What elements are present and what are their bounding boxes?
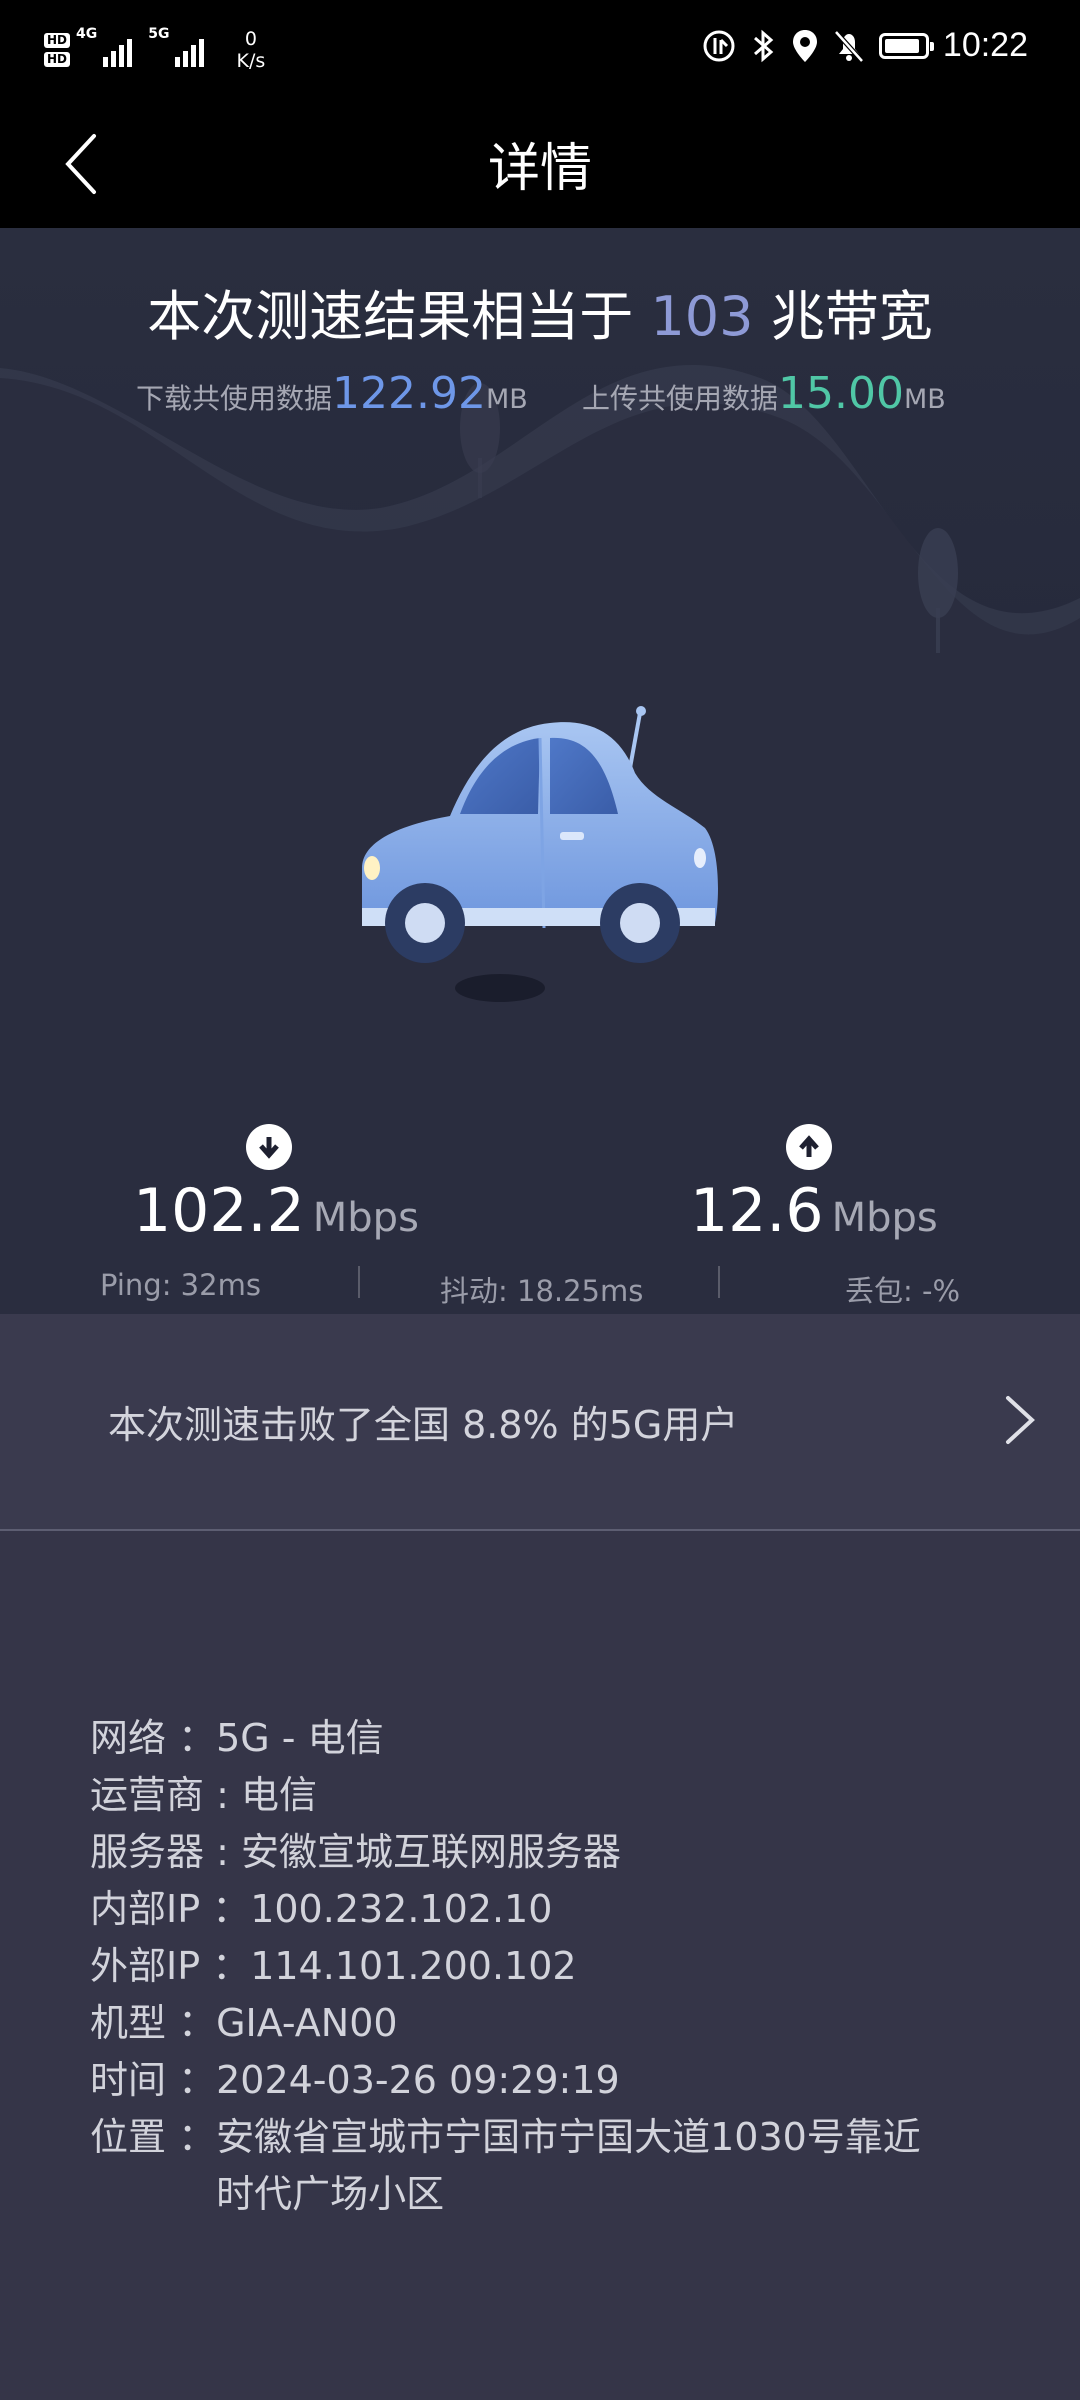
info-external-ip: 外部IP ： 114.101.200.102 [90, 1938, 1010, 1995]
hd-badge-1: HD [44, 33, 71, 48]
speed-result-panel: 本次测速结果相当于 103 兆带宽 下载共使用数据122.92MB 上传共使用数… [0, 228, 1080, 1314]
section-divider [0, 1529, 1080, 1531]
info-external-ip-value: 114.101.200.102 [250, 1944, 577, 1988]
info-carrier-key: 运营商 : [90, 1773, 241, 1817]
info-location-key: 位置 ： [90, 2115, 217, 2159]
bandwidth-summary: 本次测速结果相当于 103 兆带宽 [0, 272, 1080, 351]
info-network-value: 5G - 电信 [216, 1716, 384, 1760]
upload-speed-unit: Mbps [831, 1195, 938, 1241]
status-left: HD HD 4G 5G 0 K/s [44, 22, 265, 78]
info-location: 位置 ：安徽省宣城市宁国市宁国大道1030号靠近时代广场小区 [90, 2109, 1010, 2223]
download-speed: 102.2 Mbps [133, 1176, 419, 1246]
battery-icon [878, 32, 934, 59]
download-speed-value: 102.2 [133, 1176, 305, 1246]
info-server: 服务器 : 安徽宣城互联网服务器 [90, 1824, 1010, 1881]
upload-usage-unit: MB [903, 384, 946, 415]
packet-loss-metric: 丢包: -% [845, 1274, 961, 1308]
network-speed-value: 0 [244, 28, 257, 50]
signal-icon-2 [175, 33, 205, 67]
location-icon [792, 29, 817, 62]
download-icon [246, 1124, 292, 1170]
page-title: 详情 [487, 139, 592, 199]
signal-icon-1 [103, 33, 133, 67]
bluetooth-icon [753, 29, 774, 62]
info-model: 机型 ： GIA-AN00 [90, 1995, 1010, 2052]
status-time: 10:22 [942, 26, 1028, 64]
ping-metric: Ping: 32ms [100, 1268, 261, 1302]
info-time-key: 时间 ： [90, 2058, 217, 2102]
mute-bell-icon [834, 29, 864, 63]
metric-divider [718, 1266, 720, 1298]
upload-usage-value: 15.00 [778, 368, 904, 419]
test-info-list: 网络 ： 5G - 电信 运营商 : 电信 服务器 : 安徽宣城互联网服务器 内部… [90, 1710, 1010, 2223]
info-server-key: 服务器 : [90, 1830, 241, 1874]
hd-badges: HD HD [44, 33, 71, 67]
info-model-key: 机型 ： [90, 2001, 217, 2045]
metric-divider [358, 1266, 360, 1298]
status-right: 10:22 [701, 26, 1028, 65]
network-speed-unit: K/s [236, 50, 266, 72]
bandwidth-prefix: 本次测速结果相当于 [147, 285, 651, 348]
info-internal-ip-value: 100.232.102.10 [250, 1887, 553, 1931]
ranking-banner[interactable]: 本次测速击败了全国 8.8% 的5G用户 [0, 1314, 1080, 1529]
bandwidth-suffix: 兆带宽 [753, 285, 933, 348]
jitter-metric: 抖动: 18.25ms [440, 1274, 644, 1308]
info-internal-ip: 内部IP ： 100.232.102.10 [90, 1881, 1010, 1938]
info-model-value: GIA-AN00 [216, 2001, 398, 2045]
info-network-key: 网络 ： [90, 1716, 217, 1760]
status-bar: HD HD 4G 5G 0 K/s 10:22 [0, 0, 1080, 100]
info-server-value: 安徽宣城互联网服务器 [240, 1830, 621, 1874]
upload-speed-value: 12.6 [690, 1176, 824, 1246]
chevron-right-icon [1006, 1396, 1035, 1444]
car-illustration [362, 706, 718, 963]
upload-usage: 上传共使用数据15.00MB [582, 368, 946, 419]
battery-level [884, 38, 920, 53]
download-usage-label: 下载共使用数据 [136, 382, 333, 415]
upload-usage-label: 上传共使用数据 [582, 382, 779, 415]
download-usage-unit: MB [485, 384, 528, 415]
download-usage: 下载共使用数据122.92MB [136, 368, 528, 419]
download-speed-unit: Mbps [312, 1195, 419, 1241]
data-saver-icon [703, 30, 735, 61]
info-carrier: 运营商 : 电信 [90, 1767, 1010, 1824]
info-internal-ip-key: 内部IP ： [90, 1887, 251, 1931]
network-type-4g: 4G [76, 26, 98, 42]
info-network: 网络 ： 5G - 电信 [90, 1710, 1010, 1767]
upload-speed: 12.6 Mbps [690, 1176, 938, 1246]
hd-badge-2: HD [44, 52, 71, 67]
info-carrier-value: 电信 [240, 1773, 317, 1817]
bandwidth-value: 103 [650, 285, 754, 348]
upload-icon [786, 1124, 832, 1170]
network-speed: 0 K/s [236, 28, 265, 72]
info-location-value: 安徽省宣城市宁国市宁国大道1030号靠近时代广场小区 [216, 2115, 921, 2216]
info-external-ip-key: 外部IP ： [90, 1944, 251, 1988]
info-time-value: 2024-03-26 09:29:19 [216, 2058, 620, 2102]
info-time: 时间 ： 2024-03-26 09:29:19 [90, 2052, 1010, 2109]
download-usage-value: 122.92 [332, 368, 486, 419]
header: 详情 [0, 100, 1080, 228]
network-type-5g: 5G [148, 26, 170, 42]
ranking-text: 本次测速击败了全国 8.8% 的5G用户 [108, 1403, 739, 1447]
